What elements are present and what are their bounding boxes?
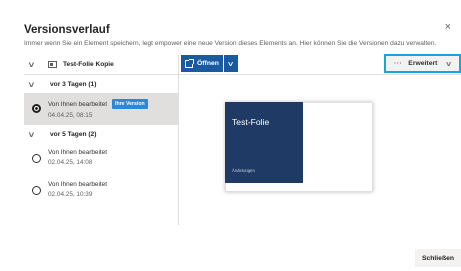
version-item[interactable]: Von Ihnen bearbeitet 02.04.25, 14:08	[24, 143, 178, 175]
close-button[interactable]: Schließen	[415, 249, 461, 267]
chevron-down-icon: ∨	[27, 60, 36, 69]
dialog-subtitle: Immer wenn Sie ein Element speichern, le…	[24, 40, 437, 47]
version-author: Von Ihnen bearbeitet	[48, 100, 107, 108]
open-button[interactable]: Öffnen	[181, 55, 223, 72]
file-name: Test-Folie Kopie	[63, 61, 114, 68]
chevron-down-icon: ∨	[27, 79, 36, 89]
version-radio[interactable]	[32, 104, 41, 113]
version-author: Von Ihnen bearbeitet	[48, 149, 107, 156]
more-options-label: Erweitert	[408, 60, 438, 67]
open-dropdown-button[interactable]: ∨	[224, 55, 238, 72]
version-author: Von Ihnen bearbeitet	[48, 181, 107, 188]
group-header-older[interactable]: ∨ vor 5 Tagen (2)	[24, 125, 178, 143]
version-radio[interactable]	[32, 154, 41, 163]
group-label: vor 3 Tagen (1)	[50, 80, 97, 88]
more-icon: ···	[394, 60, 403, 67]
version-timestamp: 02.04.25, 14:08	[48, 159, 93, 166]
version-radio[interactable]	[32, 186, 41, 195]
file-header[interactable]: ∨ Test-Folie Kopie	[24, 55, 178, 75]
version-item[interactable]: Von Ihnen bearbeitet 02.04.25, 10:39	[24, 175, 178, 207]
close-icon[interactable]: ×	[445, 22, 451, 33]
open-external-icon	[185, 58, 194, 68]
version-history-dialog: × Versionsverlauf Immer wenn Sie ein Ele…	[0, 0, 461, 271]
group-label: vor 5 Tagen (2)	[50, 130, 97, 138]
slide-title: Test-Folie	[232, 117, 270, 127]
version-text: Von Ihnen bearbeitet 02.04.25, 10:39	[48, 181, 107, 198]
version-timestamp: 02.04.25, 10:39	[48, 191, 93, 198]
version-item[interactable]: Von Ihnen bearbeitet Ihre Version 04.04.…	[24, 93, 178, 125]
chevron-down-icon: ∨	[227, 60, 235, 68]
open-button-label: Öffnen	[197, 60, 219, 67]
version-text: Von Ihnen bearbeitet 02.04.25, 14:08	[48, 149, 107, 166]
version-text: Von Ihnen bearbeitet Ihre Version 04.04.…	[48, 99, 148, 119]
presentation-icon	[48, 61, 57, 68]
slide-subtitle: Änderungen	[232, 168, 255, 173]
current-version-badge: Ihre Version	[112, 99, 148, 109]
dialog-title: Versionsverlauf	[24, 24, 110, 36]
group-header-recent[interactable]: ∨ vor 3 Tagen (1)	[24, 75, 178, 93]
version-timestamp: 04.04.25, 08:15	[48, 112, 93, 119]
version-author-row: Von Ihnen bearbeitet Ihre Version	[48, 99, 148, 109]
more-options-button[interactable]: ··· Erweitert ∨	[384, 54, 461, 73]
version-list: ∨ Test-Folie Kopie ∨ vor 3 Tagen (1) Von…	[24, 55, 178, 225]
chevron-down-icon: ∨	[27, 129, 36, 139]
chevron-down-icon: ∨	[445, 60, 453, 68]
